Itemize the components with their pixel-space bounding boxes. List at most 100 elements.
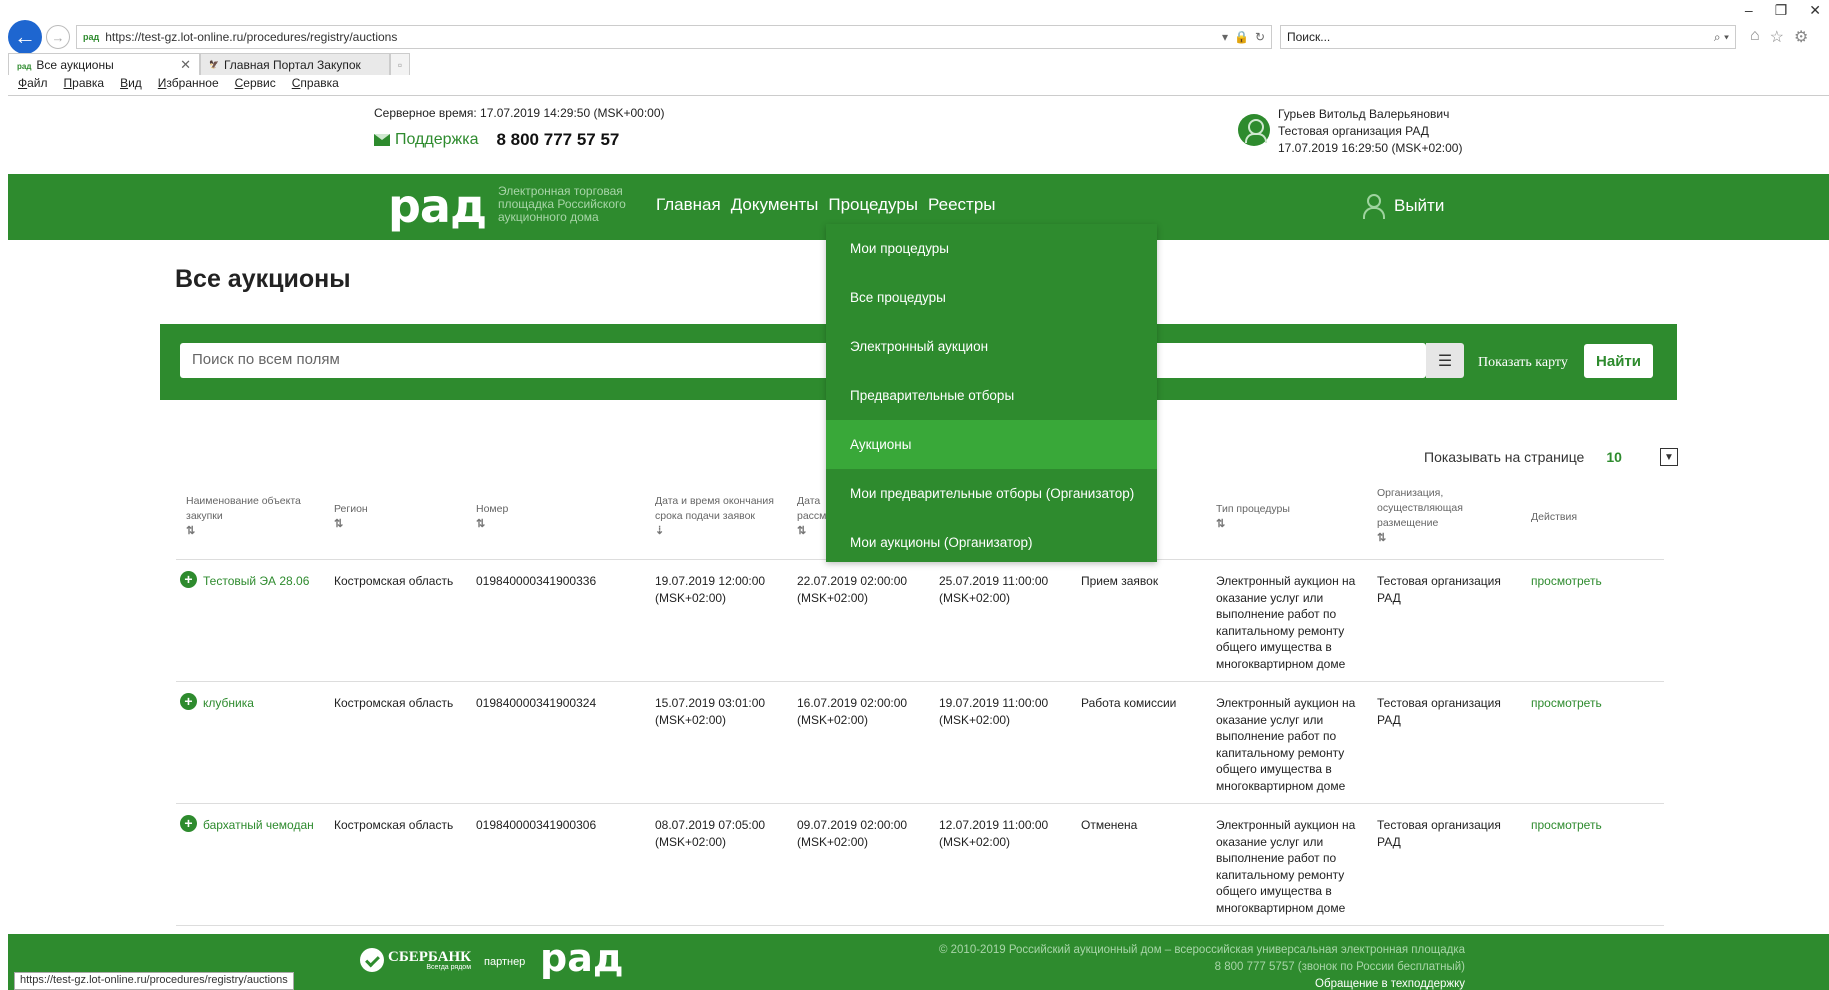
cell-review: 22.07.2019 02:00:00 (MSK+02:00) xyxy=(797,574,908,605)
col-header-name[interactable]: Наименование объекта закупки ⇅ xyxy=(186,494,306,539)
eagle-favicon-icon: 🦅 xyxy=(209,60,219,69)
tab-portal[interactable]: 🦅 Главная Портал Закупок xyxy=(200,53,390,75)
cell-status: Работа комиссии xyxy=(1081,696,1177,710)
cell-organization: Тестовая организация РАД xyxy=(1377,696,1501,727)
copyright: © 2010-2019 Российский аукционный дом – … xyxy=(938,944,1465,956)
minimize-icon[interactable]: – xyxy=(1745,2,1753,19)
per-page-value[interactable]: 10 xyxy=(1606,449,1622,465)
expand-plus-icon[interactable]: + xyxy=(180,571,197,588)
tab-all-auctions[interactable]: рад Все аукционы ✕ xyxy=(8,53,200,75)
cell-organization: Тестовая организация РАД xyxy=(1377,818,1501,849)
lock-icon[interactable]: 🔒 xyxy=(1234,30,1249,44)
expand-plus-icon[interactable]: + xyxy=(180,693,197,710)
table-row: + клубника Костромская область 019840000… xyxy=(176,682,1664,804)
cell-number: 019840000341900336 xyxy=(476,574,597,588)
menu-file[interactable]: Файл xyxy=(18,76,48,95)
cell-region: Костромская область xyxy=(334,696,454,710)
url-field[interactable]: рад https://test-gz.lot-online.ru/proced… xyxy=(76,25,1272,49)
site-favicon: рад xyxy=(83,32,100,42)
envelope-icon xyxy=(374,134,390,146)
expand-plus-icon[interactable]: + xyxy=(180,815,197,832)
sort-icon: ⇅ xyxy=(797,525,807,537)
forward-arrow-icon[interactable]: → xyxy=(46,25,70,49)
url-dropdown-icon[interactable]: ▾ xyxy=(1222,30,1228,44)
cell-organization: Тестовая организация РАД xyxy=(1377,574,1501,605)
dropdown-item-auctions[interactable]: Аукционы xyxy=(826,420,1157,469)
sort-icon: ⇅ xyxy=(476,518,486,530)
show-map-link[interactable]: Показать карту xyxy=(1478,355,1568,371)
cell-number: 019840000341900306 xyxy=(476,818,597,832)
dropdown-item-preselection[interactable]: Предварительные отборы xyxy=(826,371,1157,420)
procedure-name-link[interactable]: бархатный чемодан xyxy=(203,817,314,834)
view-link[interactable]: просмотреть xyxy=(1531,695,1602,712)
close-tab-icon[interactable]: ✕ xyxy=(180,57,191,73)
col-header-organization[interactable]: Организация, осуществляющая размещение ⇅ xyxy=(1377,486,1477,546)
address-bar-row: ← → рад https://test-gz.lot-online.ru/pr… xyxy=(8,20,1829,54)
search-input[interactable]: Поиск по всем полям xyxy=(180,343,1426,378)
dropdown-item-my-auctions-organizer[interactable]: Мои аукционы (Организатор) xyxy=(826,518,1157,567)
sberbank-logo[interactable]: СБЕРБАНК Всегда рядом xyxy=(360,948,471,972)
support-link[interactable]: Поддержка xyxy=(374,131,478,149)
per-page-selector: Показывать на странице 10 ▼ xyxy=(1424,448,1678,466)
back-arrow-icon[interactable]: ← xyxy=(8,20,42,54)
toolbar-icons: ⌂ ☆ ⚙ xyxy=(1750,27,1808,47)
window-controls: – ❐ ✕ xyxy=(1745,2,1821,19)
view-link[interactable]: просмотреть xyxy=(1531,817,1602,834)
browser-menu-bar: Файл Правка Вид Избранное Сервис Справка xyxy=(8,76,1829,96)
tab-label: Все аукционы xyxy=(36,57,114,72)
chevron-down-icon[interactable]: ▼ xyxy=(1659,448,1678,466)
sberbank-check-icon xyxy=(360,948,384,972)
nav-main[interactable]: Главная xyxy=(656,195,721,215)
menu-view[interactable]: Вид xyxy=(120,76,142,95)
cell-type: Электронный аукцион на оказание услуг ил… xyxy=(1216,574,1356,671)
browser-search-field[interactable]: Поиск... ⌕ ▾ xyxy=(1280,25,1736,49)
page-title: Все аукционы xyxy=(175,265,351,293)
cell-auction-date: 19.07.2019 11:00:00 (MSK+02:00) xyxy=(939,696,1049,727)
logout-button[interactable]: Выйти xyxy=(1360,192,1444,220)
footer-logo[interactable]: рад xyxy=(540,936,624,980)
nav-documents[interactable]: Документы xyxy=(731,195,819,215)
settings-gear-icon[interactable]: ⚙ xyxy=(1794,27,1808,47)
user-name: Гурьев Витольд Валерьянович xyxy=(1278,107,1450,121)
col-header-number[interactable]: Номер ⇅ xyxy=(476,502,508,532)
hotline: 8 800 777 5757 (звонок по России бесплат… xyxy=(1214,961,1465,973)
col-header-type[interactable]: Тип процедуры ⇅ xyxy=(1216,502,1290,532)
cell-region: Костромская область xyxy=(334,574,454,588)
partner-label: партнер xyxy=(484,956,526,968)
tech-support-link[interactable]: Обращение в техподдержку xyxy=(939,976,1465,990)
user-avatar-icon[interactable] xyxy=(1238,114,1270,146)
nav-procedures[interactable]: Процедуры xyxy=(828,195,918,215)
procedure-name-link[interactable]: Тестовый ЭА 28.06 xyxy=(203,573,309,590)
url-text[interactable]: https://test-gz.lot-online.ru/procedures… xyxy=(105,30,1222,44)
home-icon[interactable]: ⌂ xyxy=(1750,27,1760,47)
cell-name: + Тестовый ЭА 28.06 xyxy=(180,571,309,590)
menu-edit[interactable]: Правка xyxy=(64,76,105,95)
col-header-deadline[interactable]: Дата и время окончания срока подачи заяв… xyxy=(655,494,775,539)
favorites-star-icon[interactable]: ☆ xyxy=(1770,27,1784,47)
new-tab-button[interactable]: ▫ xyxy=(390,53,410,75)
filter-sliders-icon[interactable]: ☰ xyxy=(1426,343,1464,378)
cell-auction-date: 25.07.2019 11:00:00 (MSK+02:00) xyxy=(939,574,1049,605)
find-button[interactable]: Найти xyxy=(1584,344,1653,378)
view-link[interactable]: просмотреть xyxy=(1531,573,1602,590)
dropdown-item-e-auction[interactable]: Электронный аукцион xyxy=(826,322,1157,371)
cell-type: Электронный аукцион на оказание услуг ил… xyxy=(1216,696,1356,793)
close-window-icon[interactable]: ✕ xyxy=(1809,2,1821,19)
dropdown-item-all-procedures[interactable]: Все процедуры xyxy=(826,273,1157,322)
col-header-region[interactable]: Регион ⇅ xyxy=(334,502,368,532)
menu-tools[interactable]: Сервис xyxy=(235,76,276,95)
dropdown-item-my-preselection-organizer[interactable]: Мои предварительные отборы (Организатор) xyxy=(826,469,1157,518)
refresh-icon[interactable]: ↻ xyxy=(1255,30,1265,44)
dropdown-item-my-procedures[interactable]: Мои процедуры xyxy=(826,224,1157,273)
restore-icon[interactable]: ❐ xyxy=(1775,2,1788,19)
menu-help[interactable]: Справка xyxy=(292,76,339,95)
nav-registries[interactable]: Реестры xyxy=(928,195,995,215)
col-header-review[interactable]: Дата рассм ⇅ xyxy=(797,494,827,539)
search-icon[interactable]: ⌕ ▾ xyxy=(1714,30,1729,45)
main-nav: Главная Документы Процедуры Реестры xyxy=(656,195,996,215)
sort-icon: ⇅ xyxy=(334,518,344,530)
site-logo[interactable]: рад xyxy=(388,179,487,233)
cell-review: 16.07.2019 02:00:00 (MSK+02:00) xyxy=(797,696,908,727)
procedure-name-link[interactable]: клубника xyxy=(203,695,254,712)
menu-favorites[interactable]: Избранное xyxy=(158,76,219,95)
